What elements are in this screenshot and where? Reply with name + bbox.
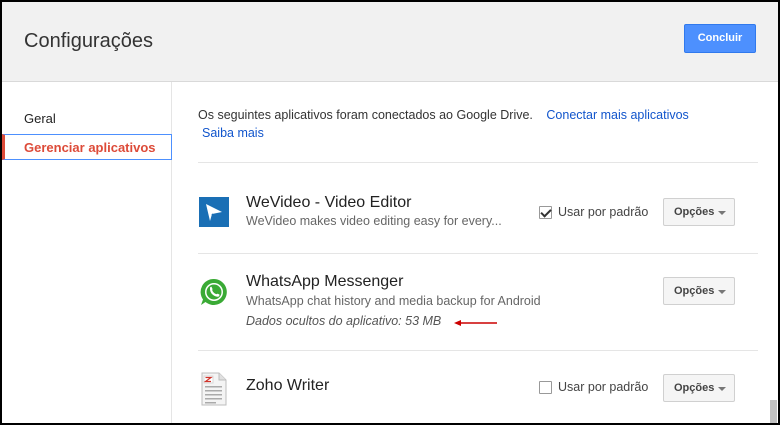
options-label: Opções <box>674 206 715 218</box>
app-name: WhatsApp Messenger <box>246 273 404 290</box>
options-button[interactable]: Opções <box>663 277 735 305</box>
app-description: WhatsApp chat history and media backup f… <box>246 294 541 308</box>
chevron-down-icon <box>718 211 726 215</box>
scrollbar[interactable] <box>770 400 777 423</box>
options-label: Opções <box>674 382 715 394</box>
options-button[interactable]: Opções <box>663 198 735 226</box>
settings-window: Configurações Concluir Geral Gerenciar a… <box>0 0 780 425</box>
intro-text: Os seguintes aplicativos foram conectado… <box>198 108 533 122</box>
app-name: Zoho Writer <box>246 377 330 394</box>
learn-more-link[interactable]: Saiba mais <box>202 126 264 140</box>
app-description: WeVideo makes video editing easy for eve… <box>246 214 502 228</box>
options-button[interactable]: Opções <box>663 374 735 402</box>
hidden-app-data: Dados ocultos do aplicativo: 53 MB <box>246 314 442 328</box>
use-by-default-label: Usar por padrão <box>558 205 649 219</box>
connect-more-apps-link[interactable]: Conectar mais aplicativos <box>546 108 688 122</box>
intro-paragraph: Os seguintes aplicativos foram conectado… <box>198 106 758 142</box>
wevideo-icon <box>199 197 229 227</box>
done-button[interactable]: Concluir <box>684 24 756 53</box>
page-title: Configurações <box>24 30 153 52</box>
divider <box>198 162 758 163</box>
use-by-default-checkbox[interactable] <box>539 381 552 394</box>
options-label: Opções <box>674 285 715 297</box>
use-by-default-label: Usar por padrão <box>558 380 649 394</box>
chevron-down-icon <box>718 387 726 391</box>
sidebar-item-manage-apps[interactable]: Gerenciar aplicativos <box>2 134 172 160</box>
whatsapp-icon <box>199 277 229 307</box>
divider <box>198 253 758 254</box>
use-by-default-checkbox[interactable] <box>539 206 552 219</box>
zoho-writer-icon <box>201 372 227 406</box>
divider <box>198 350 758 351</box>
chevron-down-icon <box>718 290 726 294</box>
sidebar-item-general[interactable]: Geral <box>2 106 172 132</box>
settings-header: Configurações Concluir <box>2 2 778 82</box>
annotation-arrow-icon <box>454 320 497 326</box>
app-name: WeVideo - Video Editor <box>246 194 412 211</box>
sidebar: Geral Gerenciar aplicativos <box>2 82 172 423</box>
